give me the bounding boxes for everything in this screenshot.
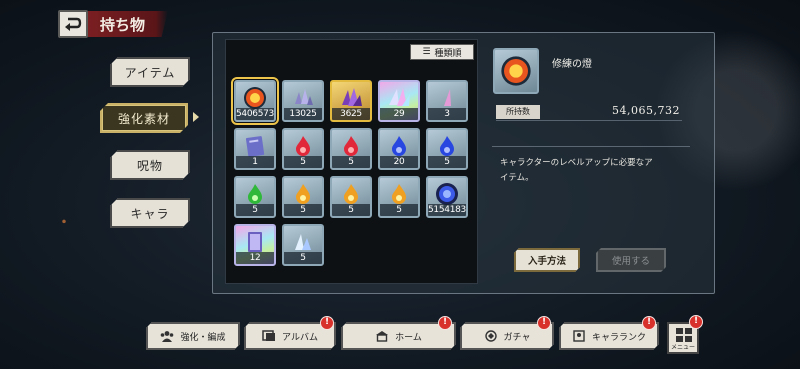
item-description: キャラクターのレベルアップに必要なア イテム。 xyxy=(500,156,684,186)
description-line: イテム。 xyxy=(500,173,534,183)
item-slot[interactable]: 5 xyxy=(378,176,420,218)
item-count: 54065732 xyxy=(236,108,276,120)
item-slot[interactable]: 3 xyxy=(426,80,468,122)
holo-card-icon xyxy=(248,231,262,252)
red-flame-icon xyxy=(296,135,310,156)
item-slot[interactable]: 5 xyxy=(330,128,372,170)
detail-item-name: 修練の燈 xyxy=(552,59,592,70)
item-count: 13025 xyxy=(284,108,322,120)
blue-book-icon xyxy=(245,136,265,157)
team-icon xyxy=(160,330,174,342)
item-count: 3 xyxy=(428,108,466,120)
tab-enhance-materials[interactable]: 強化素材 xyxy=(100,103,188,133)
blue-flame-icon xyxy=(440,135,454,156)
crystal-shards-icon xyxy=(295,88,313,105)
item-slot[interactable]: 1 xyxy=(234,128,276,170)
nav-label: アルバム xyxy=(282,332,318,343)
item-slot[interactable]: 5154183 xyxy=(426,176,468,218)
back-button[interactable] xyxy=(58,10,88,38)
item-slot[interactable]: 5 xyxy=(282,176,324,218)
yellow-flame-icon xyxy=(344,183,358,204)
yellow-flame-icon xyxy=(392,183,406,204)
tab-cursed-objects[interactable]: 呪物 xyxy=(110,150,190,180)
item-count: 5 xyxy=(428,156,466,168)
item-slot[interactable]: 3625 xyxy=(330,80,372,122)
nav-enhance-formation-button[interactable]: 強化・編成 xyxy=(146,322,240,350)
item-count: 29 xyxy=(380,108,418,120)
quantity-value: 54,065,732 xyxy=(612,104,680,117)
rainbow-crystal-icon xyxy=(389,87,410,106)
item-slot[interactable]: 5 xyxy=(426,128,468,170)
item-slot[interactable]: 5 xyxy=(330,176,372,218)
red-flame-icon xyxy=(344,135,358,156)
menu-grid-icon xyxy=(676,328,692,342)
item-detail-panel: 修練の燈 所持数 54,065,732 キャラクターのレベルアップに必要なア イ… xyxy=(484,43,694,288)
item-count: 20 xyxy=(380,156,418,168)
description-line: キャラクターのレベルアップに必要なア xyxy=(500,158,653,168)
rank-icon xyxy=(572,330,586,342)
acquire-method-button[interactable]: 入手方法 xyxy=(514,248,580,272)
active-tab-indicator-icon xyxy=(193,112,199,122)
item-count: 5 xyxy=(236,204,274,216)
quantity-label: 所持数 xyxy=(496,105,540,119)
page-title: 持ち物 xyxy=(88,11,168,37)
item-count: 5 xyxy=(380,204,418,216)
item-slot[interactable]: 54065732 xyxy=(231,77,279,125)
tab-items[interactable]: アイテム xyxy=(110,57,190,87)
item-slot[interactable]: 13025 xyxy=(282,80,324,122)
nav-label: ホーム xyxy=(395,332,422,343)
item-count: 5 xyxy=(332,204,370,216)
item-slot[interactable]: 5 xyxy=(282,128,324,170)
yellow-flame-icon xyxy=(296,183,310,204)
item-count: 5154183 xyxy=(428,204,466,216)
item-slot[interactable]: 12 xyxy=(234,224,276,266)
back-arrow-icon xyxy=(65,17,82,31)
item-count: 12 xyxy=(236,252,274,264)
item-count: 1 xyxy=(236,156,274,168)
item-count: 5 xyxy=(284,204,322,216)
album-icon xyxy=(262,330,276,342)
gacha-icon xyxy=(484,330,498,342)
detail-item-thumbnail xyxy=(493,48,539,94)
menu-label: メニュー xyxy=(670,344,695,351)
fire-orb-icon xyxy=(501,56,531,86)
sort-button[interactable]: ☰ 種類順 xyxy=(410,44,474,60)
notification-badge: ! xyxy=(689,315,703,329)
item-count: 5 xyxy=(284,156,322,168)
blue-flame-icon xyxy=(392,135,406,156)
notification-badge: ! xyxy=(438,316,452,330)
item-slot[interactable]: 29 xyxy=(378,80,420,122)
item-slot[interactable]: 5 xyxy=(234,176,276,218)
purple-crystal-icon xyxy=(342,87,362,106)
item-slot[interactable]: 5 xyxy=(282,224,324,266)
sort-icon: ☰ xyxy=(422,47,431,57)
item-count: 3625 xyxy=(332,108,370,120)
tab-characters[interactable]: キャラ xyxy=(110,198,190,228)
fire-orb-icon xyxy=(244,86,266,109)
notification-badge: ! xyxy=(320,316,334,330)
use-button[interactable]: 使用する xyxy=(596,248,666,272)
item-count: 5 xyxy=(284,252,322,264)
nav-label: 強化・編成 xyxy=(180,332,226,343)
ice-shard-icon xyxy=(295,233,311,250)
sort-label: 種類順 xyxy=(434,48,462,59)
notification-badge: ! xyxy=(642,316,656,330)
home-icon xyxy=(375,330,389,342)
notification-badge: ! xyxy=(537,316,551,330)
item-slot[interactable]: 20 xyxy=(378,128,420,170)
nav-label: ガチャ xyxy=(503,332,531,343)
item-count: 5 xyxy=(332,156,370,168)
quantity-row: 所持数 54,065,732 xyxy=(496,103,682,121)
green-flame-icon xyxy=(248,183,262,204)
blue-orb-icon xyxy=(436,182,458,205)
nav-label: キャラランク xyxy=(591,332,646,343)
pink-shard-icon xyxy=(444,88,451,106)
